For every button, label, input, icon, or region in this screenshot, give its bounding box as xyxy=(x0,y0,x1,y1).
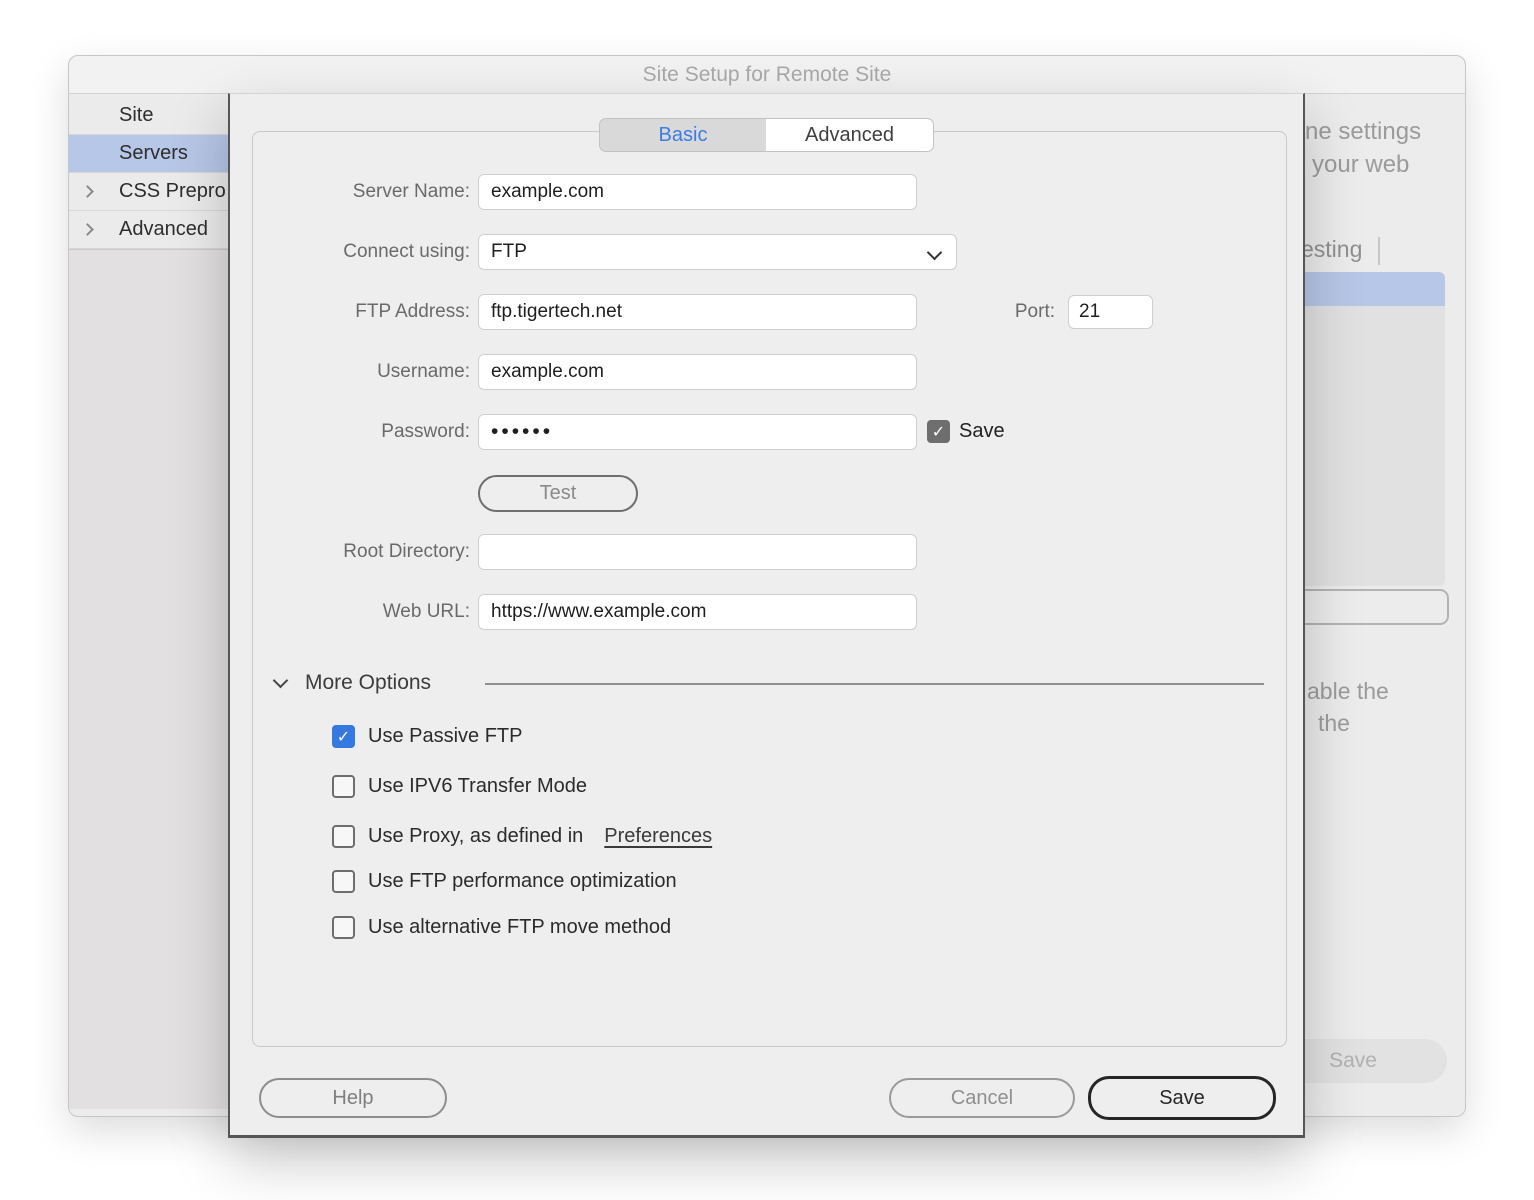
password-label: Password: xyxy=(230,414,470,450)
background-partial-text: ne settings xyxy=(1305,118,1421,146)
web-url-input[interactable] xyxy=(478,594,917,630)
option-proxy: ✓ Use Proxy, as defined in Preferences xyxy=(332,825,712,848)
port-label: Port: xyxy=(815,294,1055,330)
sidebar-item-label: Site xyxy=(119,104,153,127)
sidebar-item-label: CSS Prepro xyxy=(119,180,226,203)
option-label: Use Proxy, as defined in xyxy=(368,825,583,848)
tab-label: Advanced xyxy=(805,124,894,147)
option-passive-ftp: ✓ Use Passive FTP xyxy=(332,725,522,748)
more-options-divider xyxy=(485,683,1264,685)
server-name-label: Server Name: xyxy=(230,174,470,210)
ftp-address-row: FTP Address: Port: xyxy=(230,294,1303,330)
root-directory-label: Root Directory: xyxy=(230,534,470,570)
chevron-right-icon xyxy=(81,185,94,198)
option-label: Use FTP performance optimization xyxy=(368,870,677,893)
server-name-row: Server Name: xyxy=(230,174,1303,210)
preferences-link[interactable]: Preferences xyxy=(604,825,712,848)
save-button[interactable]: Save xyxy=(1088,1076,1276,1120)
option-label: Use alternative FTP move method xyxy=(368,916,671,939)
sidebar-item-label: Advanced xyxy=(119,218,208,241)
more-options-toggle[interactable]: More Options xyxy=(275,670,431,696)
sidebar-item-label: Servers xyxy=(119,142,188,165)
sidebar-empty-area xyxy=(69,249,229,1109)
password-row: Password: ✓ Save xyxy=(230,414,1303,450)
option-ftp-performance: ✓ Use FTP performance optimization xyxy=(332,870,677,893)
save-button-label: Save xyxy=(1159,1087,1205,1110)
more-options-label: More Options xyxy=(305,671,431,695)
username-row: Username: xyxy=(230,354,1303,390)
connect-using-row: Connect using: FTP xyxy=(230,234,1303,270)
sidebar-item-advanced[interactable]: Advanced xyxy=(69,211,229,249)
window-titlebar: Site Setup for Remote Site xyxy=(69,56,1465,94)
server-settings-dialog: Basic Advanced Server Name: Connect usin… xyxy=(228,93,1305,1138)
ftp-address-label: FTP Address: xyxy=(230,294,470,330)
tab-divider xyxy=(1378,237,1380,265)
background-partial-note: able the xyxy=(1307,678,1389,705)
sidebar-item-servers[interactable]: Servers xyxy=(69,135,229,173)
connect-using-dropdown[interactable]: FTP xyxy=(478,234,957,270)
password-input[interactable] xyxy=(478,414,917,450)
help-button-label: Help xyxy=(332,1087,373,1110)
passive-ftp-checkbox[interactable]: ✓ xyxy=(332,725,355,748)
username-input[interactable] xyxy=(478,354,917,390)
connect-using-value: FTP xyxy=(491,241,527,262)
port-input[interactable] xyxy=(1068,295,1153,329)
root-directory-row: Root Directory: xyxy=(230,534,1303,570)
root-directory-input[interactable] xyxy=(478,534,917,570)
web-url-row: Web URL: xyxy=(230,594,1303,630)
sidebar-item-site[interactable]: Site xyxy=(69,97,229,135)
cancel-button-label: Cancel xyxy=(951,1087,1013,1110)
option-label: Use IPV6 Transfer Mode xyxy=(368,775,587,798)
chevron-right-icon xyxy=(81,223,94,236)
tab-basic[interactable]: Basic xyxy=(599,118,767,152)
proxy-checkbox[interactable]: ✓ xyxy=(332,825,355,848)
chevron-down-icon xyxy=(273,673,289,689)
background-partial-text: your web xyxy=(1312,151,1409,179)
option-alternative-ftp-move: ✓ Use alternative FTP move method xyxy=(332,916,671,939)
background-partial-note: the xyxy=(1318,710,1350,737)
alternative-ftp-move-checkbox[interactable]: ✓ xyxy=(332,916,355,939)
background-partial-tab-testing[interactable]: esting xyxy=(1301,236,1362,263)
test-button[interactable]: Test xyxy=(478,475,638,512)
web-url-label: Web URL: xyxy=(230,594,470,630)
save-password-checkbox[interactable]: ✓ xyxy=(927,420,950,443)
tab-label: Basic xyxy=(659,124,708,147)
background-server-list xyxy=(1297,306,1445,586)
cancel-button[interactable]: Cancel xyxy=(889,1078,1075,1118)
background-list-footer-box xyxy=(1297,589,1449,625)
help-button[interactable]: Help xyxy=(259,1078,447,1118)
sidebar-item-css-preprocessors[interactable]: CSS Prepro xyxy=(69,173,229,211)
window-title: Site Setup for Remote Site xyxy=(643,63,892,87)
server-name-input[interactable] xyxy=(478,174,917,210)
connect-using-label: Connect using: xyxy=(230,234,470,270)
option-label: Use Passive FTP xyxy=(368,725,522,748)
test-button-label: Test xyxy=(540,482,577,505)
ftp-performance-checkbox[interactable]: ✓ xyxy=(332,870,355,893)
ipv6-checkbox[interactable]: ✓ xyxy=(332,775,355,798)
background-server-list-header xyxy=(1297,272,1445,306)
tab-advanced[interactable]: Advanced xyxy=(766,118,934,152)
save-password-label: Save xyxy=(959,420,1005,443)
chevron-down-icon xyxy=(927,245,943,261)
username-label: Username: xyxy=(230,354,470,390)
screen: Site Setup for Remote Site Site Servers … xyxy=(0,0,1534,1200)
category-sidebar: Site Servers CSS Prepro Advanced xyxy=(69,97,229,249)
option-ipv6: ✓ Use IPV6 Transfer Mode xyxy=(332,775,587,798)
